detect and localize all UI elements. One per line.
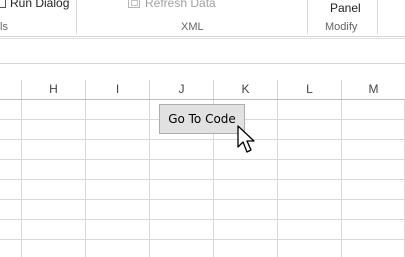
refresh-data-button[interactable]: Refresh Data — [128, 0, 216, 10]
ribbon: Run Dialog Refresh Data Panel ls XML Mod… — [0, 0, 405, 37]
column-header-m[interactable]: M — [342, 80, 405, 99]
column-header-h[interactable]: H — [22, 80, 86, 99]
column-header-k[interactable]: K — [214, 80, 278, 99]
ribbon-separator — [377, 0, 378, 34]
go-to-code-button[interactable]: Go To Code — [159, 104, 245, 134]
grid-row-line — [0, 219, 405, 220]
panel-button[interactable]: Panel — [330, 1, 361, 15]
formula-bar-border — [0, 63, 405, 64]
ribbon-separator — [307, 0, 308, 34]
ribbon-separator — [76, 0, 77, 34]
grid-row-line — [0, 179, 405, 180]
grid-row-line — [0, 159, 405, 160]
grid-row-line — [0, 239, 405, 240]
run-dialog-icon — [0, 0, 6, 8]
column-header-l[interactable]: L — [278, 80, 342, 99]
group-label-controls: ls — [0, 21, 8, 33]
mouse-pointer-icon — [237, 125, 255, 153]
run-dialog-label: Run Dialog — [10, 0, 70, 10]
grid-row-line — [0, 139, 405, 140]
column-header-row: H I J K L M — [0, 80, 405, 100]
column-header-partial[interactable] — [0, 80, 22, 99]
group-label-modify: Modify — [325, 21, 358, 33]
group-label-xml: XML — [181, 21, 204, 33]
column-header-j[interactable]: J — [150, 80, 214, 99]
column-header-i[interactable]: I — [86, 80, 150, 99]
refresh-data-label: Refresh Data — [145, 0, 216, 10]
grid-row-line — [0, 199, 405, 200]
refresh-data-icon — [128, 0, 140, 8]
panel-label: Panel — [330, 1, 361, 15]
ribbon-bottom-border — [0, 38, 405, 39]
run-dialog-button[interactable]: Run Dialog — [0, 0, 69, 10]
